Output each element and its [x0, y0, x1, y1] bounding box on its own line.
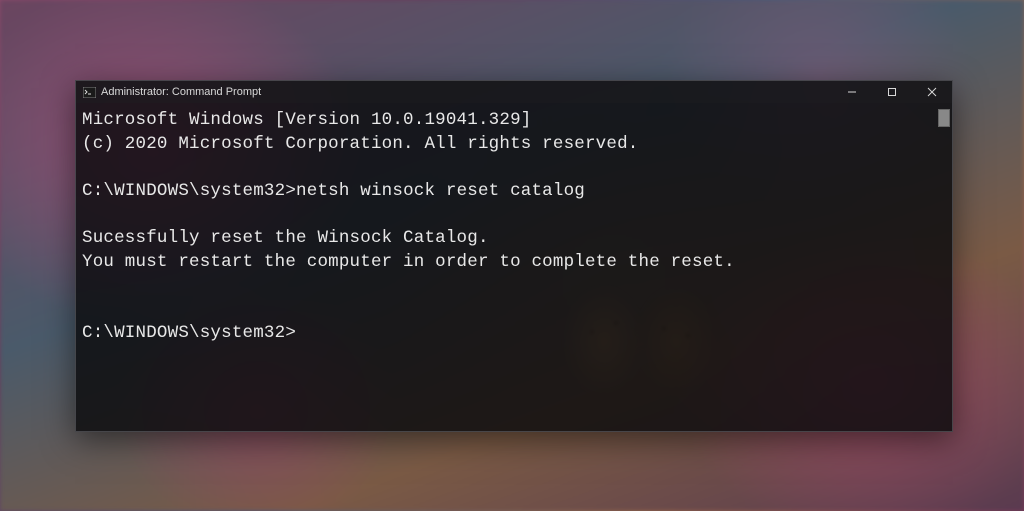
banner-line-1: Microsoft Windows [Version 10.0.19041.32… [82, 110, 531, 130]
banner-line-2: (c) 2020 Microsoft Corporation. All righ… [82, 134, 639, 154]
maximize-button[interactable] [872, 81, 912, 103]
terminal-body[interactable]: Microsoft Windows [Version 10.0.19041.32… [76, 103, 952, 431]
titlebar[interactable]: Administrator: Command Prompt [76, 81, 952, 103]
minimize-button[interactable] [832, 81, 872, 103]
prompt-1: C:\WINDOWS\system32> [82, 181, 296, 201]
command-1: netsh winsock reset catalog [296, 181, 585, 201]
vertical-scrollbar-thumb[interactable] [938, 109, 950, 127]
minimize-icon [847, 87, 857, 97]
cmd-icon [82, 85, 96, 99]
prompt-2: C:\WINDOWS\system32> [82, 323, 296, 343]
close-button[interactable] [912, 81, 952, 103]
command-prompt-window: Administrator: Command Prompt Microsoft … [75, 80, 953, 432]
terminal-output: Microsoft Windows [Version 10.0.19041.32… [82, 109, 950, 345]
window-title: Administrator: Command Prompt [101, 86, 261, 98]
maximize-icon [887, 87, 897, 97]
output-line-2: You must restart the computer in order t… [82, 252, 735, 272]
close-icon [927, 87, 937, 97]
output-line-1: Sucessfully reset the Winsock Catalog. [82, 228, 489, 248]
